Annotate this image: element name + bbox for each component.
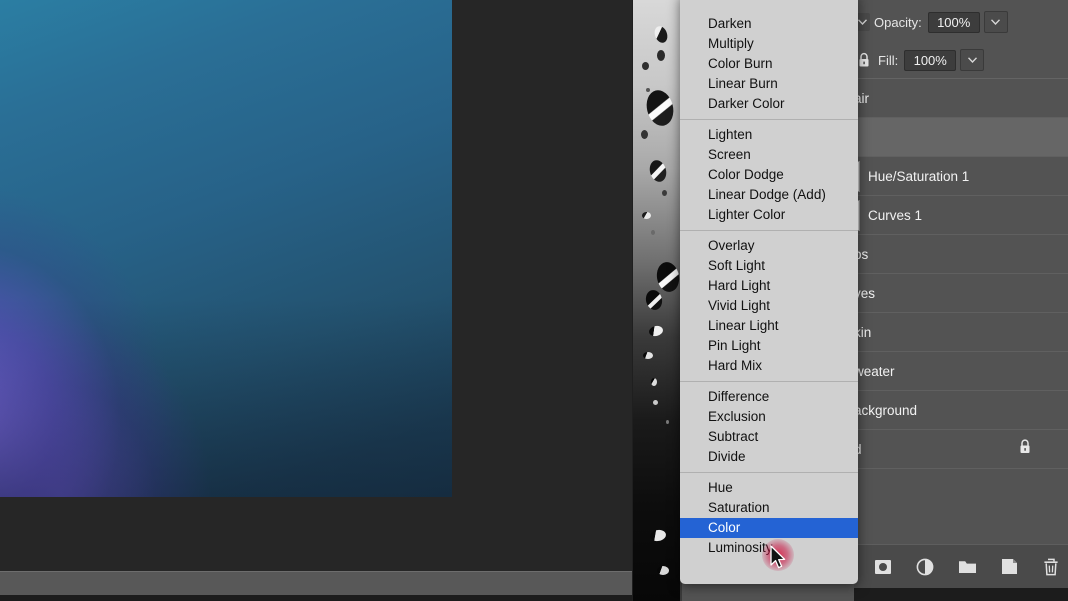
document-canvas-area[interactable] <box>0 0 632 571</box>
fill-chevron-down-icon[interactable] <box>960 49 985 71</box>
menu-item-pin-light[interactable]: Pin Light <box>680 336 858 356</box>
canvas-status-bar <box>0 571 632 601</box>
menu-group: Lighten Screen Color Dodge Linear Dodge (Ad… <box>680 123 858 227</box>
layers-panel-footer <box>854 544 1068 588</box>
menu-item-difference[interactable]: Difference <box>680 387 858 407</box>
fill-value[interactable]: 100% <box>904 49 957 71</box>
layer-row[interactable]: ps <box>854 235 1068 274</box>
menu-item-subtract[interactable]: Subtract <box>680 427 858 447</box>
menu-separator <box>680 381 858 382</box>
menu-item-darken[interactable]: Darken <box>680 14 858 34</box>
menu-group: Overlay Soft Light Hard Light Vivid Light Li… <box>680 234 858 378</box>
menu-item-multiply[interactable]: Multiply <box>680 34 858 54</box>
menu-group: Difference Exclusion Subtract Divide <box>680 385 858 469</box>
menu-item-screen[interactable]: Screen <box>680 145 858 165</box>
new-layer-icon[interactable] <box>998 556 1020 578</box>
menu-item-divide[interactable]: Divide <box>680 447 858 467</box>
layer-row[interactable]: weater <box>854 352 1068 391</box>
menu-separator <box>680 472 858 473</box>
layer-row[interactable]: kin <box>854 313 1068 352</box>
add-layer-mask-icon[interactable] <box>872 556 894 578</box>
layer-lock-icon[interactable] <box>1018 439 1032 460</box>
canvas-image[interactable] <box>0 0 452 497</box>
menu-item-overlay[interactable]: Overlay <box>680 236 858 256</box>
layer-row[interactable]: Hue/Saturation 1 <box>854 157 1068 196</box>
menu-item-linear-dodge-add[interactable]: Linear Dodge (Add) <box>680 185 858 205</box>
menu-separator <box>680 230 858 231</box>
menu-item-soft-light[interactable]: Soft Light <box>680 256 858 276</box>
menu-item-saturation[interactable]: Saturation <box>680 498 858 518</box>
menu-item-lighter-color[interactable]: Lighter Color <box>680 205 858 225</box>
panel-top-fill <box>854 0 1068 7</box>
opacity-row: Opacity: 100% <box>854 7 1068 37</box>
droplet-image-strip[interactable] <box>633 0 680 601</box>
fill-row: Fill: 100% <box>854 45 1068 75</box>
opacity-value[interactable]: 100% <box>927 11 980 33</box>
layer-name: ackground <box>854 402 918 418</box>
mouse-cursor <box>770 545 788 571</box>
menu-item-linear-burn[interactable]: Linear Burn <box>680 74 858 94</box>
blend-mode-menu[interactable]: Darken Multiply Color Burn Linear Burn Darke… <box>680 0 858 584</box>
layer-row[interactable]: Curves 1 <box>854 196 1068 235</box>
layer-row[interactable]: d <box>854 430 1068 469</box>
layer-name: Curves 1 <box>868 207 923 223</box>
layer-list: air Hue/Saturation 1 Curves 1 ps ves kin weate… <box>854 79 1068 544</box>
menu-item-exclusion[interactable]: Exclusion <box>680 407 858 427</box>
adjustment-layer-icon[interactable] <box>914 556 936 578</box>
delete-layer-icon[interactable] <box>1040 556 1062 578</box>
menu-item-linear-light[interactable]: Linear Light <box>680 316 858 336</box>
layer-row[interactable] <box>854 118 1068 157</box>
menu-item-color[interactable]: Color <box>680 518 858 538</box>
layer-name: Hue/Saturation 1 <box>868 168 970 184</box>
layer-row[interactable]: ves <box>854 274 1068 313</box>
layer-row[interactable]: ackground <box>854 391 1068 430</box>
menu-item-color-burn[interactable]: Color Burn <box>680 54 858 74</box>
menu-item-color-dodge[interactable]: Color Dodge <box>680 165 858 185</box>
menu-item-lighten[interactable]: Lighten <box>680 125 858 145</box>
new-group-icon[interactable] <box>956 556 978 578</box>
panel-footer-dark-edge <box>854 588 1068 601</box>
menu-item-hue[interactable]: Hue <box>680 478 858 498</box>
opacity-label: Opacity: <box>874 14 922 30</box>
menu-item-hard-mix[interactable]: Hard Mix <box>680 356 858 376</box>
layer-row[interactable]: air <box>854 79 1068 118</box>
menu-item-vivid-light[interactable]: Vivid Light <box>680 296 858 316</box>
fill-label: Fill: <box>878 52 899 68</box>
layer-name: weater <box>854 363 895 379</box>
menu-item-darker-color[interactable]: Darker Color <box>680 94 858 114</box>
menu-separator <box>680 119 858 120</box>
photoshop-window: Opacity: 100% Fill: 100% air Hue/Saturati… <box>0 0 1068 601</box>
opacity-chevron-down-icon[interactable] <box>983 11 1008 33</box>
menu-item-hard-light[interactable]: Hard Light <box>680 276 858 296</box>
menu-group: Darken Multiply Color Burn Linear Burn Darke… <box>680 12 858 116</box>
